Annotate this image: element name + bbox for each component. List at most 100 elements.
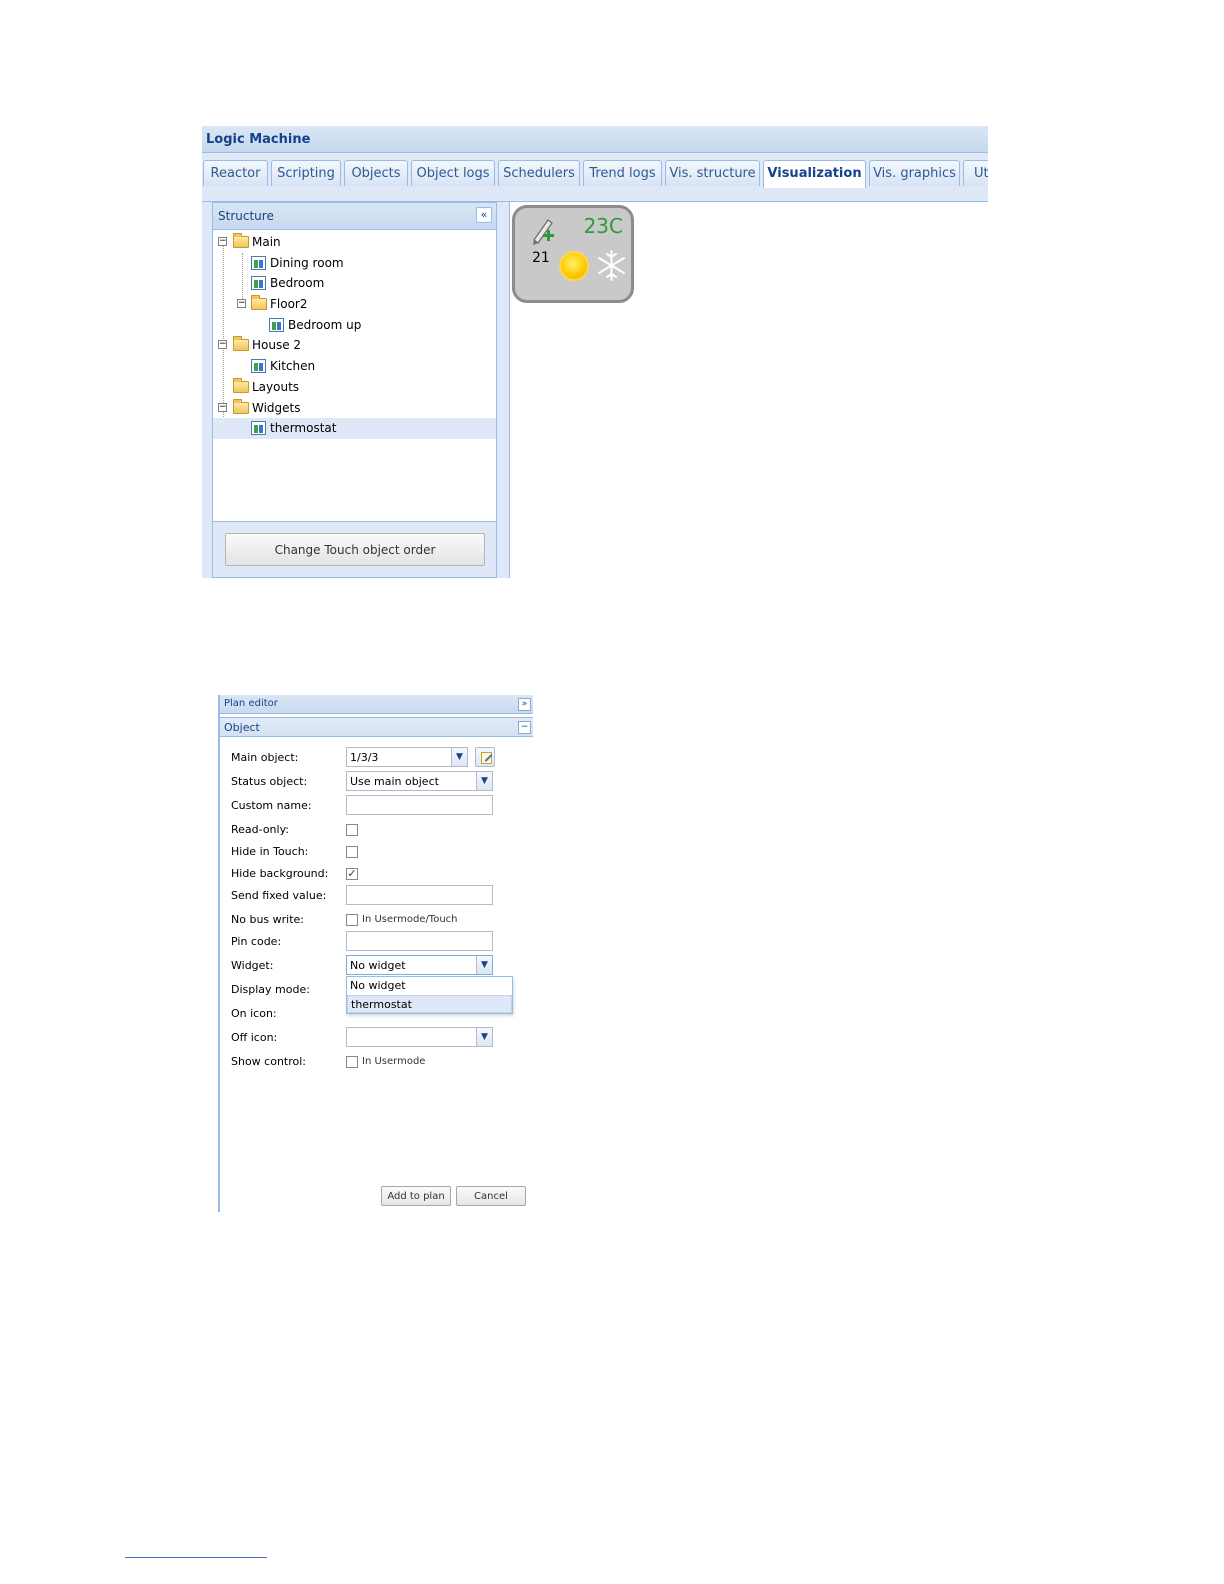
- custom-name-row: Custom name:: [220, 795, 533, 817]
- widget-option[interactable]: No widget: [347, 977, 512, 995]
- tab-vis-structure[interactable]: Vis. structure: [665, 160, 760, 186]
- collapse-minus-icon[interactable]: −: [237, 299, 246, 309]
- structure-panel-footer: Change Touch object order: [213, 521, 496, 577]
- tab-schedulers[interactable]: Schedulers: [498, 160, 580, 186]
- read-only-label: Read-only:: [231, 823, 289, 836]
- collapse-minus-icon[interactable]: −: [218, 237, 227, 246]
- tree-item-bedroom-up[interactable]: Bedroom up: [213, 315, 496, 336]
- tab-scripting[interactable]: Scripting: [271, 160, 341, 186]
- hide-touch-checkbox[interactable]: [346, 846, 358, 858]
- tree-item-floor2[interactable]: − Floor2: [213, 294, 496, 315]
- chevron-down-icon[interactable]: ▼: [476, 1028, 492, 1046]
- chevron-down-icon[interactable]: ▼: [476, 956, 492, 974]
- tab-object-logs[interactable]: Object logs: [411, 160, 495, 186]
- widget-label: Widget:: [231, 959, 274, 972]
- no-bus-write-checkbox[interactable]: [346, 914, 358, 926]
- widget-combo[interactable]: No widget ▼: [346, 955, 493, 975]
- footnote-rule: [125, 1557, 267, 1558]
- tab-trend-logs[interactable]: Trend logs: [583, 160, 662, 186]
- folder-icon: [233, 233, 249, 248]
- collapse-minus-icon[interactable]: −: [518, 721, 531, 734]
- hide-background-checkbox[interactable]: ✓: [346, 868, 358, 880]
- tree-item-widgets[interactable]: − Widgets: [213, 398, 496, 419]
- tree-item-label: Main: [252, 235, 281, 249]
- hide-background-label: Hide background:: [231, 867, 329, 880]
- tree-item-label: Bedroom: [270, 276, 325, 291]
- tab-reactor[interactable]: Reactor: [203, 160, 268, 186]
- main-object-value: 1/3/3: [350, 751, 379, 764]
- pin-code-row: Pin code:: [220, 931, 533, 953]
- off-icon-label: Off icon:: [231, 1031, 278, 1044]
- read-only-checkbox[interactable]: [346, 824, 358, 836]
- collapse-minus-icon[interactable]: −: [218, 402, 227, 412]
- widget-row: Widget: No widget ▼: [220, 955, 533, 977]
- folder-open-icon: [251, 295, 267, 311]
- tree-item-dining-room[interactable]: Dining room: [213, 253, 496, 274]
- status-object-label: Status object:: [231, 775, 308, 788]
- main-object-combo[interactable]: 1/3/3 ▼: [346, 747, 468, 767]
- pin-code-label: Pin code:: [231, 935, 282, 948]
- checkmark-icon: ✓: [347, 867, 357, 880]
- tree-item-house-2[interactable]: − House 2: [213, 335, 496, 356]
- tree-item-label: Kitchen: [270, 359, 316, 374]
- add-to-plan-button[interactable]: Add to plan: [381, 1186, 451, 1206]
- page-icon: [251, 421, 266, 436]
- tree-item-label: Dining room: [270, 255, 344, 270]
- tree-item-thermostat[interactable]: thermostat: [213, 418, 496, 439]
- tree-item-layouts[interactable]: Layouts: [213, 377, 496, 398]
- object-section-title: Object: [224, 721, 260, 734]
- read-only-row: Read-only:: [220, 819, 533, 841]
- widget-option[interactable]: thermostat: [347, 995, 512, 1013]
- tree-item-main[interactable]: − Main: [213, 232, 496, 253]
- tab-visualization[interactable]: Visualization: [763, 160, 866, 188]
- tab-vis-graphics[interactable]: Vis. graphics: [869, 160, 960, 186]
- show-control-row: Show control: In Usermode: [220, 1051, 533, 1073]
- change-touch-order-button[interactable]: Change Touch object order: [225, 533, 485, 566]
- plan-editor-title: Plan editor: [224, 698, 278, 709]
- logic-machine-window: Logic Machine Reactor Scripting Objects …: [202, 126, 988, 578]
- structure-panel-title: Structure: [218, 209, 274, 223]
- tree-item-label: thermostat: [270, 421, 337, 436]
- expand-right-icon[interactable]: »: [518, 698, 531, 711]
- tree-item-label: Bedroom up: [288, 317, 362, 332]
- chevron-down-icon[interactable]: ▼: [476, 772, 492, 790]
- cancel-button[interactable]: Cancel: [456, 1186, 526, 1206]
- tree-item-label: Layouts: [252, 379, 300, 394]
- send-fixed-input[interactable]: [346, 885, 493, 905]
- off-icon-combo[interactable]: ▼: [346, 1027, 493, 1047]
- show-control-label: Show control:: [231, 1055, 307, 1068]
- main-object-row: Main object: 1/3/3 ▼: [220, 747, 533, 769]
- hide-touch-row: Hide in Touch:: [220, 841, 533, 863]
- main-tabbar: Reactor Scripting Objects Object logs Sc…: [202, 153, 988, 202]
- status-object-combo[interactable]: Use main object ▼: [346, 771, 493, 791]
- structure-panel: Structure « − Main Dining room Bedroom −: [212, 202, 497, 578]
- thermostat-widget[interactable]: 23C 21: [512, 205, 634, 303]
- structure-tree: − Main Dining room Bedroom − Floor2 Bedr…: [213, 232, 496, 439]
- custom-name-input[interactable]: [346, 795, 493, 815]
- edit-plus-icon[interactable]: [528, 216, 556, 246]
- collapse-left-icon[interactable]: «: [476, 207, 492, 223]
- page-icon: [251, 276, 266, 291]
- thermostat-temperature: 23C: [583, 214, 623, 238]
- tab-utilities[interactable]: Uti: [963, 160, 988, 186]
- folder-icon: [233, 398, 249, 414]
- no-bus-write-row: No bus write: In Usermode/Touch: [220, 909, 533, 931]
- snowflake-icon[interactable]: [594, 248, 629, 283]
- object-section-header: Object −: [220, 717, 533, 737]
- show-control-checkbox[interactable]: [346, 1056, 358, 1068]
- visualization-canvas[interactable]: 23C 21: [509, 202, 988, 578]
- sun-icon[interactable]: [561, 253, 587, 279]
- tree-item-kitchen[interactable]: Kitchen: [213, 356, 496, 377]
- main-object-label: Main object:: [231, 751, 299, 764]
- display-mode-label: Display mode:: [231, 983, 310, 996]
- folder-icon: [233, 336, 249, 352]
- page-icon: [251, 359, 266, 374]
- chevron-down-icon[interactable]: ▼: [451, 748, 467, 766]
- plan-editor-header: Plan editor »: [220, 695, 533, 714]
- tree-item-bedroom[interactable]: Bedroom: [213, 273, 496, 294]
- tab-objects[interactable]: Objects: [344, 160, 408, 186]
- on-icon-label: On icon:: [231, 1007, 277, 1020]
- edit-object-icon[interactable]: [475, 747, 495, 767]
- pin-code-input[interactable]: [346, 931, 493, 951]
- collapse-minus-icon[interactable]: −: [218, 340, 227, 350]
